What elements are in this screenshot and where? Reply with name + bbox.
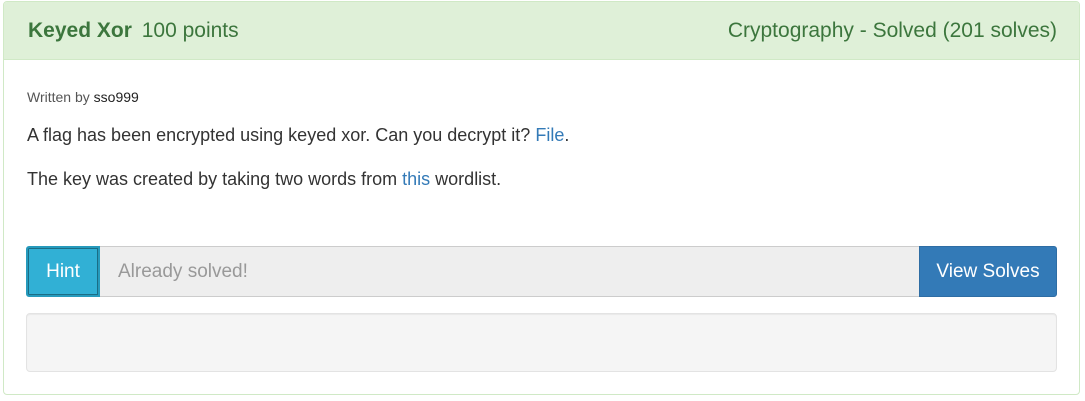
- author-name: sso999: [93, 89, 139, 105]
- description-paragraph-2: The key was created by taking two words …: [27, 169, 1057, 190]
- description-2-text: The key was created by taking two words …: [27, 169, 403, 189]
- wordlist-link[interactable]: this: [402, 169, 430, 189]
- hint-button[interactable]: Hint: [26, 246, 100, 297]
- answer-input[interactable]: Already solved!: [100, 246, 919, 297]
- author-line: Written by sso999: [27, 89, 1057, 105]
- answer-input-group: Hint Already solved! View Solves: [26, 246, 1057, 297]
- problem-body: Written by sso999 A flag has been encryp…: [4, 89, 1079, 372]
- problem-points: 100 points: [141, 18, 239, 42]
- hint-well: [26, 313, 1057, 372]
- description-1-end: .: [564, 125, 570, 145]
- view-solves-button[interactable]: View Solves: [919, 246, 1057, 297]
- file-link[interactable]: File: [535, 125, 564, 145]
- problem-title: Keyed Xor 100 points: [28, 19, 239, 43]
- problem-status: Cryptography - Solved (201 solves): [727, 18, 1057, 42]
- problem-header[interactable]: Keyed Xor 100 points Cryptography - Solv…: [4, 2, 1079, 60]
- problem-panel: Keyed Xor 100 points Cryptography - Solv…: [3, 1, 1080, 395]
- problem-name: Keyed Xor: [28, 18, 132, 42]
- description-paragraph-1: A flag has been encrypted using keyed xo…: [27, 125, 1057, 146]
- author-prefix: Written by: [27, 89, 90, 105]
- description-1-text: A flag has been encrypted using keyed xo…: [27, 125, 536, 145]
- description-2-end: wordlist.: [430, 169, 502, 189]
